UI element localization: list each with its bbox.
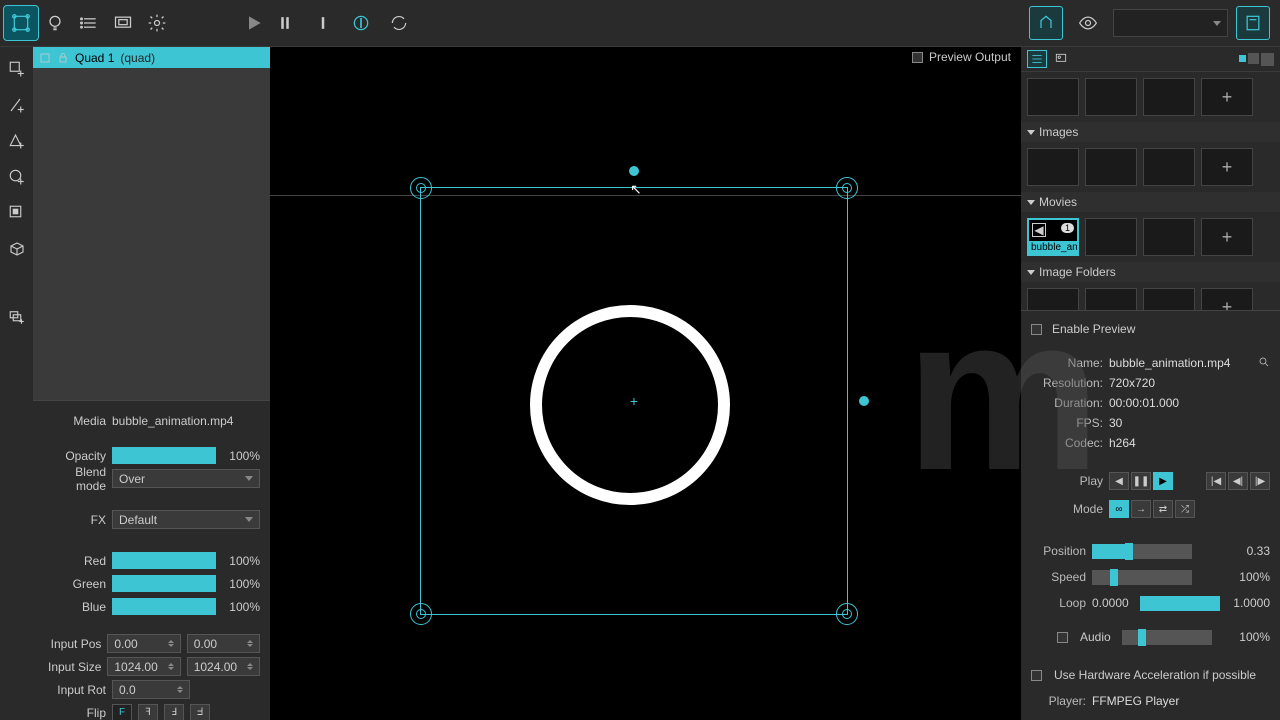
audio-checkbox[interactable] (1057, 632, 1068, 643)
search-icon[interactable] (1258, 356, 1270, 371)
empty-slot[interactable] (1143, 218, 1195, 256)
blend-mode-select[interactable]: Over (112, 469, 260, 488)
audio-slider[interactable] (1122, 630, 1212, 645)
layer-name: Quad 1 (75, 51, 114, 65)
empty-slot[interactable] (1085, 148, 1137, 186)
opacity-slider[interactable] (112, 447, 216, 464)
right-mid-handle[interactable] (857, 394, 871, 408)
add-rect-tool[interactable] (5, 57, 29, 81)
add-group-tool[interactable] (5, 305, 29, 329)
empty-slot[interactable] (1143, 288, 1195, 310)
empty-slot[interactable] (1085, 218, 1137, 256)
input-size-w[interactable]: 1024.00 (107, 657, 180, 676)
green-slider[interactable] (112, 575, 216, 592)
visibility-toggle[interactable] (1071, 6, 1105, 40)
properties-panel: Mediabubble_animation.mp4 Opacity100% Bl… (33, 400, 270, 720)
tool-quad[interactable] (4, 6, 38, 40)
stop-button[interactable] (306, 6, 340, 40)
tool-bulb[interactable] (38, 6, 72, 40)
cursor-icon: ↖ (630, 181, 642, 198)
output-toggle[interactable] (1029, 6, 1063, 40)
library-list-tab[interactable] (1027, 50, 1047, 68)
add-line-tool[interactable] (5, 93, 29, 117)
top-toolbar (0, 0, 1280, 47)
loop-mode-button[interactable]: ∞ (1109, 500, 1129, 518)
play-fwd-button[interactable]: ▶ (1153, 472, 1173, 490)
fx-select[interactable]: Default (112, 510, 260, 529)
layer-row-selected[interactable]: Quad 1 (quad) (33, 47, 270, 68)
random-mode-button[interactable]: ⤮ (1175, 500, 1195, 518)
loop-range-slider[interactable] (1140, 596, 1220, 611)
empty-slot[interactable] (1143, 78, 1195, 116)
flip-none-button[interactable]: F (112, 704, 132, 720)
blue-slider[interactable] (112, 598, 216, 615)
images-section-header[interactable]: Images (1021, 122, 1280, 142)
add-mask-tool[interactable] (5, 201, 29, 225)
empty-slot[interactable] (1085, 288, 1137, 310)
add-circle-tool[interactable] (5, 165, 29, 189)
input-size-h[interactable]: 1024.00 (187, 657, 260, 676)
tool-list[interactable] (72, 6, 106, 40)
empty-slot[interactable] (1143, 148, 1195, 186)
add-triangle-tool[interactable] (5, 129, 29, 153)
pause-button[interactable] (268, 6, 302, 40)
left-toolbar (0, 47, 33, 720)
usage-badge: 1 (1061, 223, 1074, 233)
record-button[interactable] (344, 6, 378, 40)
input-pos-x[interactable]: 0.00 (107, 634, 180, 653)
play-rev-button[interactable]: ◀ (1109, 472, 1129, 490)
canvas-viewport[interactable]: Preview Output m + ↖ (270, 47, 1021, 720)
add-folder-button[interactable]: + (1201, 288, 1253, 310)
media-name: bubble_animation.mp4 (112, 414, 260, 428)
empty-slot[interactable] (1027, 148, 1079, 186)
thumb-size-med[interactable] (1248, 53, 1259, 64)
thumb-size-large[interactable] (1261, 53, 1274, 66)
play-small-button[interactable] (244, 6, 264, 40)
empty-slot[interactable] (1027, 288, 1079, 310)
input-rot[interactable]: 0.0 (112, 680, 190, 699)
hw-accel-checkbox[interactable] (1031, 670, 1042, 681)
preview-output-toggle[interactable]: Preview Output (912, 50, 1011, 64)
once-mode-button[interactable]: → (1131, 500, 1151, 518)
step-fwd-button[interactable]: |▶ (1250, 472, 1270, 490)
empty-slot[interactable] (1085, 78, 1137, 116)
movies-section-header[interactable]: Movies (1021, 192, 1280, 212)
red-slider[interactable] (112, 552, 216, 569)
bounce-mode-button[interactable]: ⇄ (1153, 500, 1173, 518)
library-grid-tab[interactable] (1051, 50, 1071, 68)
preset-dropdown[interactable] (1113, 9, 1228, 37)
sync-button[interactable] (382, 6, 416, 40)
library-toggle[interactable] (1236, 6, 1270, 40)
skip-start-button[interactable]: |◀ (1206, 472, 1226, 490)
add-movie-button[interactable]: + (1201, 218, 1253, 256)
input-pos-y[interactable]: 0.00 (187, 634, 260, 653)
layers-panel: Quad 1 (quad) + − ⤢ ⊡ Mediabubble_animat… (33, 47, 270, 720)
flip-v-button[interactable]: Ⅎ (164, 704, 184, 720)
speed-slider[interactable] (1092, 570, 1192, 585)
media-content-circle (530, 305, 730, 505)
tool-settings[interactable] (140, 6, 174, 40)
add-media-button[interactable]: + (1201, 78, 1253, 116)
add-image-button[interactable]: + (1201, 148, 1253, 186)
step-back-button[interactable]: ◀| (1228, 472, 1248, 490)
media-name-value: bubble_animation.mp4 (1109, 356, 1230, 370)
movie-thumb-selected[interactable]: ◀ 1 bubble_an (1027, 218, 1079, 256)
empty-slot[interactable] (1027, 78, 1079, 116)
thumb-size-small[interactable] (1239, 55, 1246, 62)
position-slider[interactable] (1092, 544, 1192, 559)
flip-h-button[interactable]: ꟻ (138, 704, 158, 720)
flip-hv-button[interactable]: ᖵ (190, 704, 210, 720)
thumb-label: bubble_an (1029, 241, 1077, 254)
play-icon: ◀ (1032, 223, 1046, 237)
add-3d-tool[interactable] (5, 237, 29, 261)
play-pause-button[interactable]: ❚❚ (1131, 472, 1151, 490)
layer-type: (quad) (120, 51, 155, 65)
top-mid-handle[interactable] (627, 164, 641, 178)
tool-output[interactable] (106, 6, 140, 40)
